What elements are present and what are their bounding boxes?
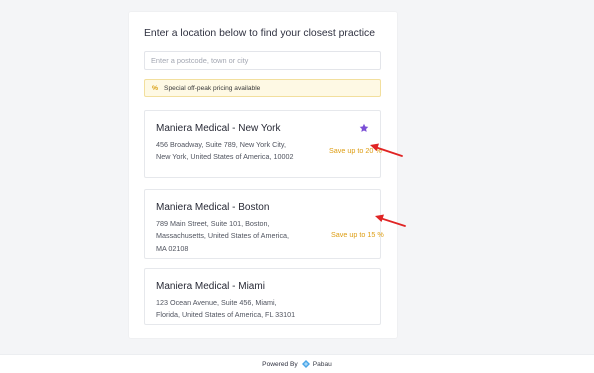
location-card: Enter a location below to find your clos… [129, 12, 397, 338]
pabau-logo-icon [301, 360, 310, 368]
powered-by-label: Powered By [262, 360, 298, 368]
practice-card-new-york[interactable]: Maniera Medical - New York 456 Broadway,… [144, 110, 382, 178]
percent-icon: % [152, 84, 159, 92]
notice-text: Special off-peak pricing available [164, 84, 261, 92]
practice-address: 789 Main Street, Suite 101, Boston, Mass… [156, 219, 290, 253]
practice-name: Maniera Medical - New York [156, 123, 281, 134]
pabau-brand-link[interactable]: Pabau [301, 360, 332, 368]
star-icon [359, 123, 369, 132]
brand-name: Pabau [312, 360, 332, 368]
practice-address: 123 Ocean Avenue, Suite 456, Miami, Flor… [156, 298, 296, 320]
search-input[interactable] [144, 51, 381, 70]
practice-card-miami[interactable]: Maniera Medical - Miami 123 Ocean Avenue… [144, 268, 381, 325]
practice-name: Maniera Medical - Boston [156, 202, 270, 213]
footer: Powered By Pabau [0, 354, 594, 373]
annotation-arrow-icon [370, 143, 403, 157]
discount-label: Save up to 15 % [331, 230, 384, 239]
page-heading: Enter a location below to find your clos… [144, 28, 376, 39]
practice-card-boston[interactable]: Maniera Medical - Boston 789 Main Street… [144, 189, 384, 259]
practice-address: 456 Broadway, Suite 789, New York City, … [156, 140, 294, 162]
annotation-arrow-icon [375, 214, 406, 227]
page: Enter a location below to find your clos… [0, 0, 594, 373]
offpeak-notice: % Special off-peak pricing available [144, 79, 381, 97]
practice-name: Maniera Medical - Miami [156, 281, 265, 292]
